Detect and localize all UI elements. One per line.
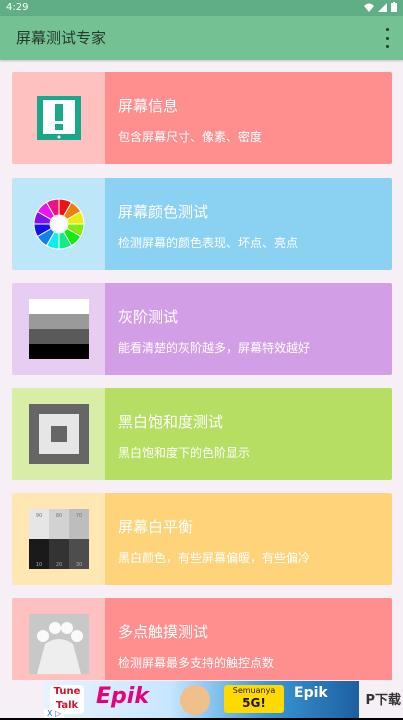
watermark: P下载: [365, 693, 401, 708]
ad-promo: Semuanya 5G!: [224, 685, 284, 713]
color-wheel-icon: [32, 198, 85, 250]
card-screen-info[interactable]: 屏幕信息 包含屏幕尺寸、像素、密度: [12, 72, 392, 164]
card-thumb: [12, 598, 105, 680]
card-title: 黑白饱和度测试: [118, 413, 224, 431]
card-thumb: 90 80 70 10 20 30: [12, 493, 105, 585]
ad-brand: Epik: [96, 684, 149, 709]
white-balance-icon: 90 80 70 10 20 30: [28, 509, 89, 569]
wb-label: 30: [75, 562, 81, 568]
card-title: 屏幕白平衡: [118, 518, 194, 536]
card-grayscale-test[interactable]: 灰阶测试 能看清楚的灰阶越多，屏幕特效越好: [12, 283, 392, 375]
card-thumb: [12, 72, 105, 164]
status-bar: 4:29: [0, 0, 403, 16]
ad-choices-icon[interactable]: X ▷: [44, 709, 65, 718]
card-thumb: [12, 178, 105, 270]
card-title: 多点触摸测试: [118, 623, 209, 641]
card-thumb: [12, 388, 105, 480]
card-subtitle: 黑白颜色，有些屏幕偏暖，有些偏冷: [118, 551, 311, 565]
grayscale-icon: [28, 299, 89, 359]
wb-label: 70: [75, 513, 81, 519]
card-multi-touch[interactable]: 多点触摸测试 检测屏幕最多支持的触控点数: [12, 598, 392, 680]
card-white-balance[interactable]: 90 80 70 10 20 30 屏幕白平衡 黑白颜色，有些屏幕偏暖，有些偏冷: [12, 493, 392, 585]
more-vert-icon[interactable]: [383, 28, 391, 48]
wb-label: 80: [55, 513, 61, 519]
wb-label: 20: [55, 562, 61, 568]
screen-info-icon: [36, 96, 81, 140]
color-wheel-center: [50, 216, 67, 232]
signal-icon: [378, 2, 387, 12]
ad-banner[interactable]: Tune Talk Epik Semuanya 5G! Epik X ▷: [44, 681, 359, 718]
wifi-icon: [364, 3, 374, 12]
card-saturation-test[interactable]: 黑白饱和度测试 黑白饱和度下的色阶显示: [12, 388, 392, 480]
multi-touch-icon: [28, 614, 89, 674]
card-title: 灰阶测试: [118, 308, 179, 326]
card-subtitle: 包含屏幕尺寸、像素、密度: [118, 130, 263, 144]
saturation-icon: [28, 404, 89, 464]
wb-label: 10: [35, 562, 41, 568]
wb-label: 90: [35, 513, 41, 519]
ad-image: [180, 685, 210, 715]
card-thumb: [12, 283, 105, 375]
ad-partner: Epik: [294, 685, 328, 701]
card-color-test[interactable]: 屏幕颜色测试 检测屏幕的颜色表现、坏点、亮点: [12, 178, 392, 270]
card-subtitle: 检测屏幕最多支持的触控点数: [118, 656, 275, 670]
status-time: 4:29: [6, 2, 29, 13]
card-subtitle: 能看清楚的灰阶越多，屏幕特效越好: [118, 341, 311, 355]
card-subtitle: 检测屏幕的颜色表现、坏点、亮点: [118, 236, 299, 250]
app-title: 屏幕测试专家: [16, 29, 107, 47]
test-list: 屏幕信息 包含屏幕尺寸、像素、密度 屏幕颜色测试 检测屏幕的颜色表现、坏点、亮点…: [0, 60, 403, 680]
app-bar: 屏幕测试专家: [0, 16, 403, 60]
card-title: 屏幕信息: [118, 97, 179, 115]
battery-icon: [391, 2, 397, 12]
card-title: 屏幕颜色测试: [118, 203, 209, 221]
card-subtitle: 黑白饱和度下的色阶显示: [118, 446, 251, 460]
